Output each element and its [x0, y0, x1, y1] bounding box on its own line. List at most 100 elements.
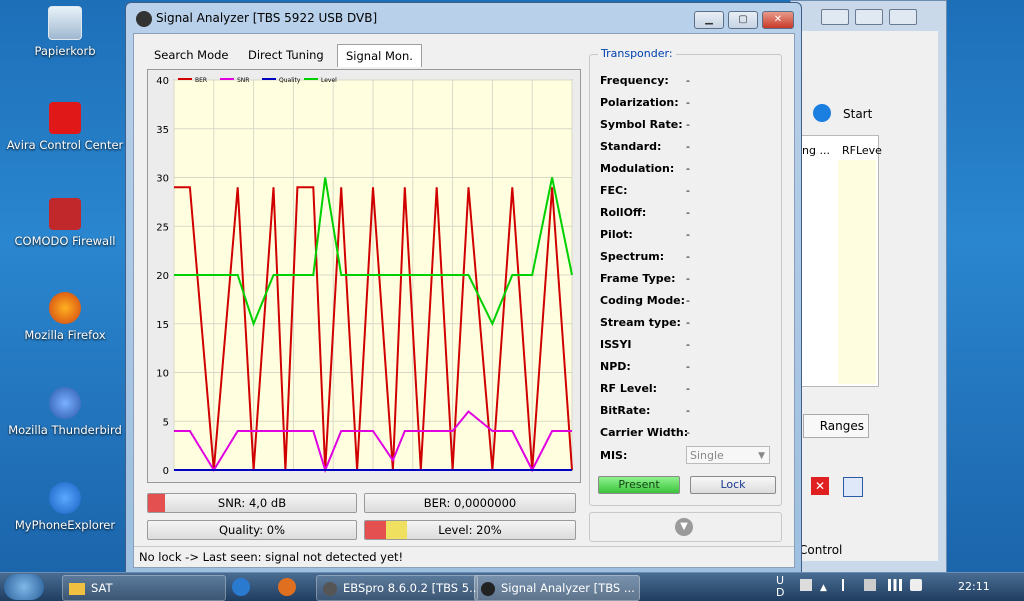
satellite-dish-icon: [323, 581, 337, 596]
field-label: Symbol Rate:: [600, 118, 683, 131]
taskbar-item-ebspro[interactable]: EBSpro 8.6.0.2 [TBS 5...: [316, 575, 478, 601]
minimize-button[interactable]: ▁: [694, 11, 724, 29]
delete-icon[interactable]: ✕: [811, 477, 829, 495]
tab-signal-mon[interactable]: Signal Mon.: [337, 44, 422, 67]
ranges-button[interactable]: Ranges: [803, 414, 869, 438]
field-value: -: [686, 272, 690, 285]
y-tick-label: 5: [163, 417, 169, 428]
bg-list[interactable]: ng ... RFLeve: [799, 135, 882, 387]
field-value: -: [686, 250, 690, 263]
field-value: -: [686, 294, 690, 307]
field-label: Modulation:: [600, 162, 675, 175]
field-value: -: [686, 162, 690, 175]
mis-select[interactable]: Single ▼: [686, 446, 770, 464]
quality-meter-label: Quality: 0%: [218, 523, 286, 537]
ranges-label: Ranges: [819, 419, 864, 433]
folder-icon: [69, 582, 85, 595]
taskbar-item-label: Signal Analyzer [TBS ...: [501, 581, 635, 595]
field-value: -: [686, 74, 690, 87]
device-icon[interactable]: [864, 579, 876, 591]
firefox-icon[interactable]: [278, 578, 296, 596]
close-button[interactable]: [889, 9, 917, 25]
status-bar: No lock -> Last seen: signal not detecte…: [134, 546, 794, 567]
volume-icon[interactable]: [910, 579, 922, 591]
desktop-icon-label: Mozilla Firefox: [24, 328, 106, 342]
control-label[interactable]: Control: [799, 543, 842, 557]
quality-meter: Quality: 0%: [147, 520, 357, 540]
ber-meter: BER: 0,0000000: [364, 493, 576, 513]
field-label: Polarization:: [600, 96, 679, 109]
desktop-icon-avira[interactable]: Avira Control Center: [5, 102, 125, 152]
field-label: RF Level:: [600, 382, 658, 395]
desktop-icon-recycle-bin[interactable]: Papierkorb: [5, 6, 125, 58]
background-window[interactable]: Start ng ... RFLeve Ranges ✕ Control: [790, 0, 947, 574]
field-value: -: [686, 338, 690, 351]
chevron-down-icon[interactable]: ▼: [675, 518, 693, 536]
desktop-icon-firefox[interactable]: Mozilla Firefox: [5, 292, 125, 342]
start-button[interactable]: [4, 574, 44, 600]
mis-label: MIS:: [600, 449, 628, 462]
taskbar-item-signal-analyzer[interactable]: Signal Analyzer [TBS ...: [474, 575, 640, 601]
field-label: Stream type:: [600, 316, 681, 329]
taskbar: SAT EBSpro 8.6.0.2 [TBS 5... Signal Anal…: [0, 572, 1024, 601]
field-label: FEC:: [600, 184, 628, 197]
maximize-button[interactable]: ▢: [728, 11, 758, 29]
present-button[interactable]: Present: [598, 476, 680, 494]
column-header[interactable]: RFLeve: [842, 144, 882, 157]
tab-direct-tuning[interactable]: Direct Tuning: [240, 44, 332, 66]
level-meter-fill: [365, 521, 407, 539]
lock-label: Lock: [720, 478, 746, 491]
field-value: -: [686, 360, 690, 373]
title-bar[interactable]: Signal Analyzer [TBS 5922 USB DVB] ▁ ▢ ✕: [126, 3, 801, 33]
field-value: -: [686, 206, 690, 219]
desktop-icon-myphoneexplorer[interactable]: MyPhoneExplorer: [5, 482, 125, 532]
tray-arrow-icon[interactable]: ▲: [820, 583, 827, 593]
play-icon[interactable]: [813, 104, 831, 122]
y-tick-label: 30: [156, 174, 169, 185]
field-label: Carrier Width:: [600, 426, 689, 439]
signal-chart: 0 5 10 15 20 25 30 35 40 BER SNR Quality Level: [147, 69, 581, 483]
field-label: Pilot:: [600, 228, 633, 241]
lock-button[interactable]: Lock: [690, 476, 776, 494]
field-value: -: [686, 118, 690, 131]
comodo-icon: [49, 198, 81, 230]
recycle-bin-icon: [48, 6, 82, 40]
close-button[interactable]: ✕: [762, 11, 794, 29]
desktop-icon-comodo[interactable]: COMODO Firewall: [5, 198, 125, 248]
desktop-icon-label: Avira Control Center: [6, 138, 124, 152]
transponder-title: Transponder:: [598, 47, 676, 60]
tab-search-mode[interactable]: Search Mode: [146, 44, 237, 66]
language-indicator[interactable]: D: [776, 586, 784, 599]
quicklaunch-icon[interactable]: [232, 578, 250, 596]
maximize-button[interactable]: [855, 9, 883, 25]
field-label: Standard:: [600, 140, 662, 153]
start-label[interactable]: Start: [843, 107, 872, 121]
chevron-down-icon: ▼: [758, 451, 765, 461]
present-label: Present: [618, 478, 660, 491]
field-value: -: [686, 426, 690, 439]
tab-label: Search Mode: [154, 48, 229, 62]
column-header[interactable]: ng ...: [802, 144, 830, 157]
field-label: NPD:: [600, 360, 631, 373]
network-icon[interactable]: [888, 579, 902, 591]
level-meter-label: Level: 20%: [438, 523, 502, 537]
field-value: -: [686, 316, 690, 329]
signal-analyzer-window[interactable]: Signal Analyzer [TBS 5922 USB DVB] ▁ ▢ ✕…: [125, 2, 802, 574]
desktop-icon-thunderbird[interactable]: Mozilla Thunderbird: [5, 387, 125, 437]
tab-label: Signal Mon.: [346, 49, 413, 63]
field-value: -: [686, 404, 690, 417]
save-icon[interactable]: [843, 477, 863, 497]
taskbar-item-sat[interactable]: SAT: [62, 575, 226, 601]
taskbar-item-label: SAT: [91, 581, 113, 595]
status-text: No lock -> Last seen: signal not detecte…: [139, 550, 404, 564]
tray-icon[interactable]: [800, 579, 812, 591]
flag-icon[interactable]: [842, 579, 856, 591]
field-label: Coding Mode:: [600, 294, 686, 307]
field-label: RollOff:: [600, 206, 647, 219]
minimize-button[interactable]: [821, 9, 849, 25]
desktop-icon-label: MyPhoneExplorer: [14, 518, 116, 532]
level-meter: Level: 20%: [364, 520, 576, 540]
clock[interactable]: 22:11: [958, 580, 990, 593]
taskbar-item-label: EBSpro 8.6.0.2 [TBS 5...: [343, 581, 478, 595]
y-tick-label: 20: [156, 271, 169, 282]
